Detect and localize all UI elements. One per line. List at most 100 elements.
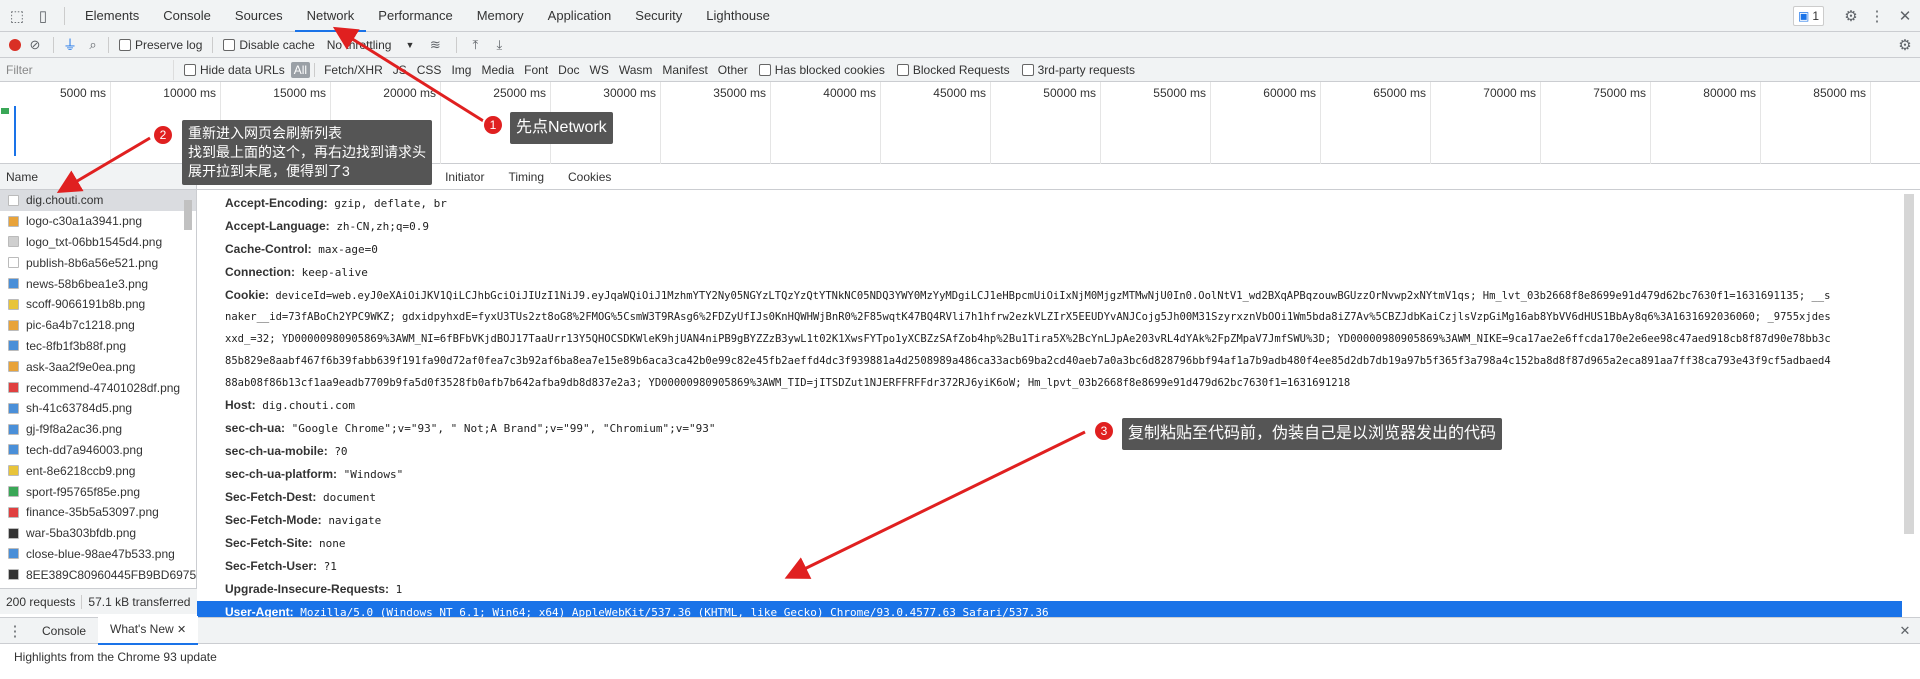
filter-type-xhr[interactable]: Fetch/XHR (319, 63, 388, 77)
request-row[interactable]: ent-8e6218ccb9.png (0, 460, 196, 481)
export-har-icon[interactable]: ⤓ (487, 37, 511, 53)
request-row[interactable]: finance-35b5a53097.png (0, 502, 196, 523)
header-row[interactable]: sec-ch-ua: "Google Chrome";v="93", " Not… (197, 417, 1920, 440)
tab-timing[interactable]: Timing (496, 164, 556, 190)
throttling-select[interactable]: No throttling ▼ (327, 38, 415, 52)
filter-icon[interactable]: ⏚ (58, 35, 82, 55)
tab-application[interactable]: Application (536, 0, 624, 32)
request-row[interactable]: news-58b6bea1e3.png (0, 273, 196, 294)
network-settings-icon[interactable]: ⚙ (1890, 36, 1920, 54)
header-row[interactable]: Connection: keep-alive (197, 261, 1920, 284)
filter-type-all[interactable]: All (290, 61, 311, 78)
issues-count: 1 (1812, 8, 1819, 23)
filter-type-other[interactable]: Other (713, 63, 753, 77)
request-row[interactable]: sport-f95765f85e.png (0, 481, 196, 502)
request-row[interactable]: pic-6a4b7c1218.png (0, 315, 196, 336)
tab-memory[interactable]: Memory (465, 0, 536, 32)
timeline-tick-label: 60000 ms (1263, 86, 1316, 100)
header-row[interactable]: Upgrade-Insecure-Requests: 1 (197, 578, 1920, 601)
scrollbar-thumb[interactable] (1904, 194, 1914, 534)
disable-cache-checkbox[interactable]: Disable cache (223, 38, 315, 52)
tab-cookies[interactable]: Cookies (556, 164, 623, 190)
filter-type-css[interactable]: CSS (412, 63, 447, 77)
header-row[interactable]: Cache-Control: max-age=0 (197, 238, 1920, 261)
header-row[interactable]: sec-ch-ua-mobile: ?0 (197, 440, 1920, 463)
request-row[interactable]: tech-dd7a946003.png (0, 440, 196, 461)
header-row[interactable]: Accept-Encoding: gzip, deflate, br (197, 192, 1920, 215)
filter-type-media[interactable]: Media (476, 63, 519, 77)
hide-data-urls-checkbox[interactable]: Hide data URLs (184, 63, 285, 77)
filter-input[interactable]: Filter (6, 59, 174, 80)
issues-badge[interactable]: ▣ 1 (1792, 5, 1824, 26)
request-row[interactable]: 8EE389C80960445FB9BD6975 (0, 564, 196, 585)
filter-type-ws[interactable]: WS (585, 63, 614, 77)
more-options-icon[interactable]: ⋮ (1864, 7, 1890, 25)
tab-console[interactable]: Console (151, 0, 223, 32)
filter-type-js[interactable]: JS (388, 63, 412, 77)
document-icon (8, 194, 19, 206)
close-drawer-icon[interactable]: ✕ (1890, 623, 1920, 639)
header-row[interactable]: Sec-Fetch-User: ?1 (197, 555, 1920, 578)
request-row[interactable]: tec-8fb1f3b88f.png (0, 336, 196, 357)
header-row[interactable]: Host: dig.chouti.com (197, 394, 1920, 417)
request-count: 200 requests (6, 594, 76, 609)
settings-gear-icon[interactable]: ⚙ (1838, 7, 1864, 25)
request-name: gj-f9f8a2ac36.png (26, 422, 123, 437)
header-row[interactable]: Sec-Fetch-Site: none (197, 532, 1920, 555)
annotation-badge: 2 (152, 124, 174, 146)
network-conditions-icon[interactable]: ≋ (420, 37, 450, 53)
tab-performance[interactable]: Performance (366, 0, 464, 32)
checkbox-box (1021, 63, 1034, 76)
close-icon[interactable]: ✕ (177, 624, 186, 636)
header-row[interactable]: sec-ch-ua-platform: "Windows" (197, 463, 1920, 486)
request-row[interactable]: scoff-9066191b8b.png (0, 294, 196, 315)
blocked-requests-checkbox[interactable]: Blocked Requests (896, 62, 1010, 77)
close-devtools-icon[interactable]: ✕ (1890, 7, 1920, 25)
drawer-menu-icon[interactable]: ⋮ (0, 622, 30, 640)
filter-type-font[interactable]: Font (519, 63, 553, 77)
drawer-tab-console[interactable]: Console (30, 618, 98, 644)
filter-type-manifest[interactable]: Manifest (657, 63, 712, 77)
drawer-tab-whats-new[interactable]: What's New ✕ (98, 616, 199, 645)
record-icon[interactable] (9, 38, 21, 51)
request-row[interactable]: logo_txt-06bb1545d4.png (0, 232, 196, 253)
device-toggle-icon[interactable]: ▯ (30, 7, 56, 25)
request-row[interactable]: sh-41c63784d5.png (0, 398, 196, 419)
third-party-checkbox[interactable]: 3rd-party requests (1021, 63, 1135, 77)
header-value: navigate (328, 514, 382, 527)
request-row[interactable]: close-blue-98ae47b533.png (0, 544, 196, 565)
image-file-icon (8, 278, 19, 290)
blocked-requests-label: Blocked Requests (912, 62, 1010, 77)
request-row[interactable]: war-5ba303bfdb.png (0, 523, 196, 544)
filter-type-wasm[interactable]: Wasm (614, 63, 658, 77)
request-row[interactable]: logo-c30a1a3941.png (0, 211, 196, 232)
tab-elements[interactable]: Elements (73, 0, 151, 32)
tab-initiator[interactable]: Initiator (433, 164, 496, 190)
request-row[interactable]: ask-3aa2f9e0ea.png (0, 356, 196, 377)
search-icon[interactable]: ⌕ (82, 37, 104, 53)
header-value: 1 (395, 583, 403, 596)
header-row[interactable]: Sec-Fetch-Mode: navigate (197, 509, 1920, 532)
tab-lighthouse[interactable]: Lighthouse (694, 0, 782, 32)
scrollbar-thumb[interactable] (184, 200, 192, 230)
timeline-tick-label: 75000 ms (1593, 86, 1646, 100)
name-column-header[interactable]: Name (0, 164, 196, 190)
request-row[interactable]: publish-8b6a56e521.png (0, 252, 196, 273)
blocked-cookies-checkbox[interactable]: Has blocked cookies (758, 63, 885, 77)
import-har-icon[interactable]: ⤒ (463, 37, 487, 53)
inspect-element-icon[interactable]: ⬚ (4, 7, 30, 25)
filter-type-doc[interactable]: Doc (553, 63, 584, 77)
tab-security[interactable]: Security (623, 0, 694, 32)
request-row[interactable]: recommend-47401028df.png (0, 377, 196, 398)
header-row[interactable]: Sec-Fetch-Dest: document (197, 486, 1920, 509)
filter-type-img[interactable]: Img (446, 63, 476, 77)
checkbox-box (896, 63, 909, 76)
cookie-header-row[interactable]: Cookie: deviceId=web.eyJ0eXAiOiJKV1QiLCJ… (197, 284, 1897, 394)
request-row[interactable]: dig.chouti.com (0, 190, 196, 211)
clear-icon[interactable]: ⊘ (21, 37, 49, 53)
tab-sources[interactable]: Sources (223, 0, 295, 32)
preserve-log-checkbox[interactable]: Preserve log (119, 38, 202, 52)
tab-network[interactable]: Network (294, 0, 367, 32)
header-row[interactable]: Accept-Language: zh-CN,zh;q=0.9 (197, 215, 1920, 238)
request-row[interactable]: gj-f9f8a2ac36.png (0, 419, 196, 440)
